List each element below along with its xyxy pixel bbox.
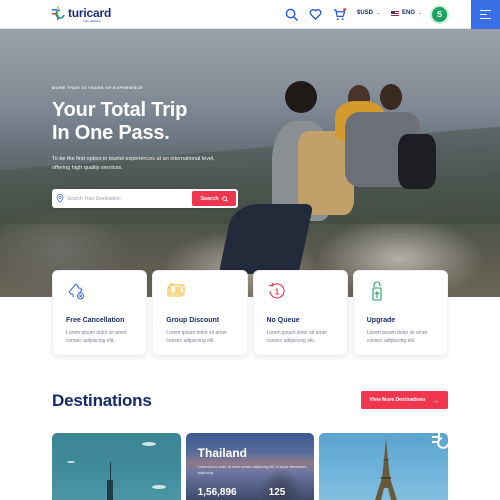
- avatar[interactable]: S: [432, 7, 447, 22]
- view-more-destinations-button[interactable]: View More Destinations →: [361, 391, 448, 409]
- feature-description: Lorem ipsum dolor sit amet consec adipis…: [266, 330, 327, 344]
- hero-title: Your Total Trip In One Pass.: [52, 99, 222, 145]
- queue-counter-icon: 1: [268, 282, 285, 299]
- hero-description: To be the first option in tourist experi…: [52, 156, 215, 171]
- search-button-label: Search: [200, 195, 219, 202]
- destination-description: Lorem ipsum dolor sit amet consec adipis…: [197, 465, 307, 475]
- logo[interactable]: turicard: [52, 6, 111, 20]
- cloud: [152, 485, 166, 489]
- feature-card-no-queue[interactable]: 1 No Queue Lorem ipsum dolor sit amet co…: [252, 270, 348, 356]
- currency-selector[interactable]: $USD ⌄: [357, 10, 380, 16]
- currency-label: $USD: [357, 10, 374, 16]
- feature-card-free-cancellation[interactable]: Free Cancellation Lorem ipsum dolor sit …: [52, 270, 148, 356]
- feature-description: Lorem ipsum dolor sit amet consec adipis…: [66, 330, 127, 344]
- hero-title-line2: In One Pass.: [52, 122, 170, 144]
- avatar-initial: S: [436, 10, 443, 19]
- cloud: [142, 442, 156, 446]
- flag-us-icon: [391, 10, 399, 16]
- chevron-down-icon: ⌄: [376, 10, 381, 16]
- cloud: [67, 461, 75, 463]
- feature-card-group-discount[interactable]: Group Discount Lorem ipsum dolor sit ame…: [152, 270, 248, 356]
- destination-card-thailand[interactable]: Thailand Lorem ipsum dolor sit amet cons…: [185, 433, 315, 500]
- feature-description: Lorem ipsum dolor sit amet consec adipis…: [366, 330, 428, 344]
- feature-card-upgrade[interactable]: Upgrade Lorem ipsum dolor sit amet conse…: [352, 270, 448, 356]
- feature-description: Lorem ipsum dolor sit amet consec adipis…: [166, 330, 227, 344]
- hero-traveler-legs: [218, 204, 314, 274]
- arrow-right-icon: →: [431, 395, 440, 405]
- svg-text:1: 1: [274, 288, 279, 297]
- top-header: turicard Your total trip $USD ⌄ ENG ⌄ S: [0, 0, 500, 29]
- search-icon[interactable]: [285, 8, 298, 21]
- feature-title: Upgrade: [366, 317, 396, 324]
- features-row: Free Cancellation Lorem ipsum dolor sit …: [52, 270, 448, 356]
- eiffel-tower: [375, 438, 398, 500]
- destination-cards: Thailand Lorem ipsum dolor sit amet cons…: [52, 433, 449, 500]
- logo-mark-icon: [432, 433, 449, 449]
- ticket-cancel-icon: [68, 283, 85, 300]
- hero-traveler: [285, 81, 317, 113]
- menu-icon-line: [480, 17, 491, 20]
- feature-title: Free Cancellation: [66, 317, 125, 324]
- destination-stat-primary: 1,56,896: [197, 487, 237, 498]
- destinations-heading: Destinations: [52, 391, 152, 410]
- destination-card-paris[interactable]: [319, 433, 449, 500]
- logo-mark-icon: [52, 6, 65, 20]
- heart-icon[interactable]: [309, 8, 322, 21]
- skyscraper: [107, 462, 113, 500]
- upgrade-tag-icon: [372, 281, 382, 301]
- hero-backpack: [398, 134, 436, 189]
- destination-search-bar: Search: [52, 189, 238, 208]
- feature-title: Group Discount: [166, 317, 220, 324]
- feature-title: No Queue: [266, 317, 300, 324]
- logo-text: turicard: [68, 6, 112, 20]
- view-more-label: View More Destinations: [369, 397, 426, 403]
- hero-content: MORE THAN 15 YEARS OF EXPERIENCE Your To…: [52, 85, 222, 173]
- search-icon: [221, 195, 228, 202]
- discount-card-icon: [167, 283, 185, 297]
- destination-name: Thailand: [197, 446, 248, 460]
- destination-card-new-york[interactable]: [52, 433, 181, 500]
- menu-button[interactable]: [471, 0, 500, 29]
- language-selector[interactable]: ENG ⌄: [391, 10, 422, 16]
- search-button[interactable]: Search: [192, 191, 236, 206]
- logo-tagline: Your total trip: [83, 19, 101, 23]
- hero-section: MORE THAN 15 YEARS OF EXPERIENCE Your To…: [0, 29, 500, 297]
- location-pin-icon: [56, 194, 64, 203]
- hero-eyebrow: MORE THAN 15 YEARS OF EXPERIENCE: [52, 85, 143, 90]
- destination-search-input[interactable]: [67, 195, 189, 202]
- destination-stat-secondary: 125: [268, 487, 286, 498]
- hero-traveler: [380, 84, 402, 110]
- language-label: ENG: [402, 10, 416, 16]
- menu-icon-line: [480, 13, 487, 16]
- chevron-down-icon: ⌄: [418, 10, 423, 16]
- cart-icon[interactable]: [333, 8, 346, 21]
- hero-title-line1: Your Total Trip: [52, 99, 188, 121]
- menu-icon: [480, 9, 491, 12]
